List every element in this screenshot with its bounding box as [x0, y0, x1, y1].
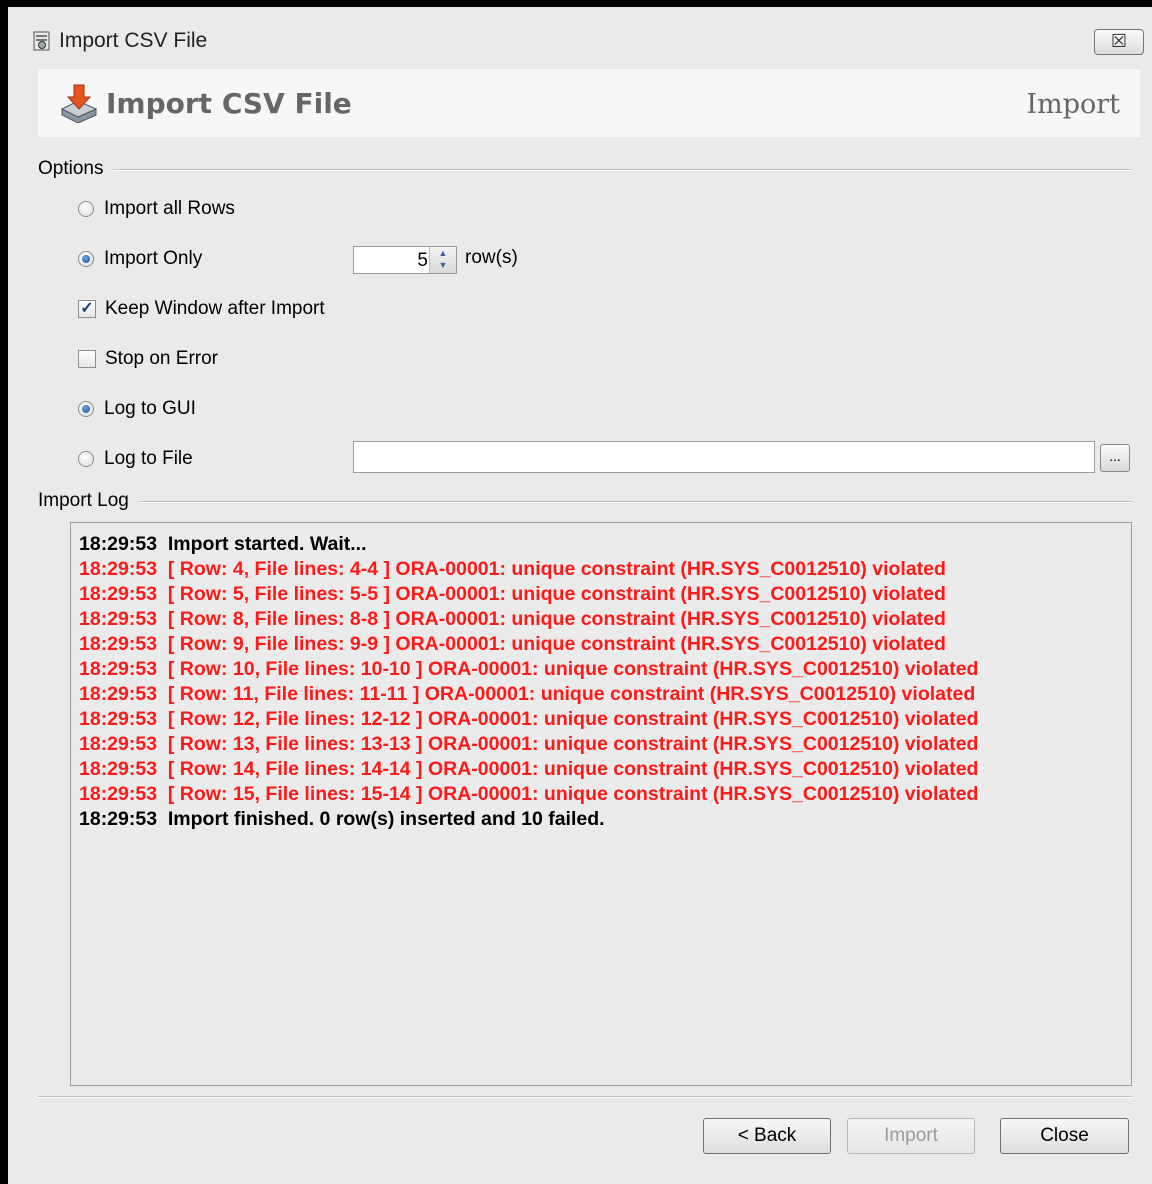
import-all-rows-option[interactable]: Import all Rows	[78, 196, 235, 222]
log-to-file-radio[interactable]	[78, 451, 94, 467]
import-log-divider	[38, 501, 1132, 503]
row-count-value[interactable]: 5	[417, 250, 428, 272]
log-to-gui-radio[interactable]	[78, 401, 94, 417]
import-only-radio[interactable]	[78, 251, 94, 267]
log-error-line: 18:29:53 [ Row: 4, File lines: 4-4 ] ORA…	[79, 558, 946, 580]
csv-window-icon	[33, 31, 50, 51]
window-title: Import CSV File	[59, 29, 208, 52]
import-log-section-label: Import Log	[38, 490, 139, 512]
back-button[interactable]: < Back	[703, 1118, 831, 1154]
log-error-line: 18:29:53 [ Row: 12, File lines: 12-12 ] …	[79, 708, 979, 730]
log-to-gui-option[interactable]: Log to GUI	[78, 396, 196, 422]
wizard-header: Import CSV File Import	[38, 69, 1140, 137]
log-error-line: 18:29:53 [ Row: 5, File lines: 5-5 ] ORA…	[79, 583, 946, 605]
browse-file-button[interactable]: ...	[1100, 444, 1130, 472]
import-csv-dialog: Import CSV File ☒ Import CSV File Import…	[8, 7, 1152, 1184]
log-to-gui-label: Log to GUI	[104, 398, 196, 419]
spinner-down-icon[interactable]: ▼	[430, 259, 456, 271]
log-to-file-option[interactable]: Log to File	[78, 446, 193, 472]
spinner-arrows[interactable]: ▲ ▼	[429, 247, 456, 273]
import-log-area[interactable]: 18:29:53 Import started. Wait... 18:29:53…	[70, 522, 1132, 1086]
rows-suffix-label: row(s)	[465, 247, 518, 268]
wizard-title: Import CSV File	[106, 87, 352, 120]
log-to-file-label: Log to File	[104, 448, 193, 469]
footer-divider	[38, 1096, 1132, 1098]
import-icon	[60, 84, 98, 123]
keep-window-label: Keep Window after Import	[105, 298, 325, 319]
log-error-line: 18:29:53 [ Row: 15, File lines: 15-14 ] …	[79, 783, 979, 805]
title-bar[interactable]: Import CSV File ☒	[8, 7, 1152, 67]
stop-on-error-option[interactable]: Stop on Error	[78, 346, 218, 372]
close-button[interactable]: Close	[1000, 1118, 1129, 1154]
window-close-button[interactable]: ☒	[1094, 29, 1144, 55]
log-error-line: 18:29:53 [ Row: 13, File lines: 13-13 ] …	[79, 733, 979, 755]
row-count-spinner[interactable]: 5 ▲ ▼	[353, 246, 457, 274]
log-error-line: 18:29:53 [ Row: 14, File lines: 14-14 ] …	[79, 758, 979, 780]
log-error-line: 18:29:53 [ Row: 9, File lines: 9-9 ] ORA…	[79, 633, 946, 655]
import-only-label: Import Only	[104, 248, 203, 269]
log-info-line: 18:29:53 Import started. Wait...	[79, 533, 367, 555]
log-file-path-input[interactable]	[353, 441, 1095, 473]
options-divider	[38, 169, 1132, 171]
log-error-line: 18:29:53 [ Row: 10, File lines: 10-10 ] …	[79, 658, 979, 680]
options-section-label: Options	[38, 158, 114, 180]
import-only-option[interactable]: Import Only	[78, 246, 202, 272]
keep-window-option[interactable]: ✓ Keep Window after Import	[78, 296, 325, 322]
log-error-line: 18:29:53 [ Row: 11, File lines: 11-11 ] …	[79, 683, 976, 705]
import-all-rows-radio[interactable]	[78, 201, 94, 217]
log-info-line: 18:29:53 Import finished. 0 row(s) inser…	[79, 808, 605, 830]
wizard-step-label: Import	[1026, 89, 1120, 120]
stop-on-error-checkbox[interactable]	[78, 350, 96, 368]
log-error-line: 18:29:53 [ Row: 8, File lines: 8-8 ] ORA…	[79, 608, 946, 630]
keep-window-checkbox[interactable]: ✓	[78, 300, 96, 318]
close-icon: ☒	[1110, 31, 1128, 51]
import-button[interactable]: Import	[847, 1118, 975, 1154]
import-all-rows-label: Import all Rows	[104, 198, 235, 219]
stop-on-error-label: Stop on Error	[105, 348, 218, 369]
spinner-up-icon[interactable]: ▲	[430, 247, 456, 259]
